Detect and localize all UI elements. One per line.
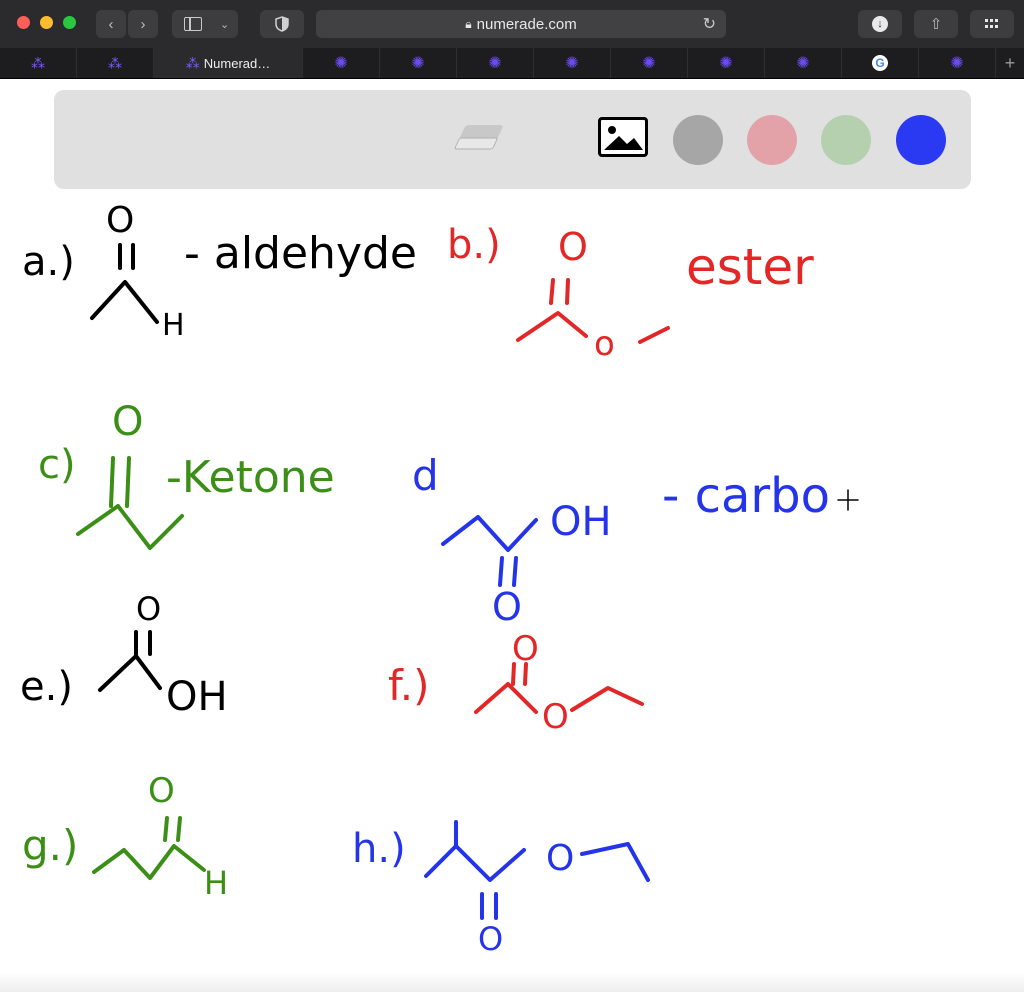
tab-flower-8[interactable]: ✺ — [919, 48, 996, 78]
tab-active[interactable]: ⁂ Numerad… — [154, 48, 303, 78]
atom-a-h: H — [162, 308, 185, 343]
tab-bar: ⁂ ⁂ ⁂ Numerad… ✺ ✺ ✺ ✺ ✺ ✺ ✺ G ✺ + — [0, 48, 1024, 79]
label-e: e.) — [20, 664, 73, 710]
numerade-icon: ⁂ — [185, 54, 200, 71]
atom-d-o: O — [492, 585, 522, 629]
flower-icon: ✺ — [719, 55, 733, 72]
tab-flower-1[interactable]: ✺ — [303, 48, 380, 78]
structure-b: b.) O o ester — [447, 222, 814, 364]
atom-h-o2: O — [546, 838, 574, 879]
atom-b-o1: O — [558, 225, 588, 269]
text-carbo: - carbo — [662, 468, 830, 524]
atom-b-o2: o — [594, 324, 615, 364]
plus-icon: + — [1004, 52, 1016, 73]
label-c: c) — [38, 442, 76, 488]
forward-icon[interactable]: › — [128, 10, 158, 38]
lock-icon: 🔒︎ — [465, 16, 472, 31]
flower-icon: ✺ — [334, 55, 348, 72]
whiteboard-canvas[interactable]: a.) O H - aldehyde b.) O o ester c) O -K… — [0, 190, 1024, 972]
numerade-icon: ⁂ — [31, 54, 45, 71]
tab-flower-5[interactable]: ✺ — [611, 48, 688, 78]
structure-f: f.) O O — [388, 629, 644, 737]
image-icon[interactable] — [598, 117, 648, 157]
flower-icon: ✺ — [796, 55, 810, 72]
tab-flower-6[interactable]: ✺ — [688, 48, 765, 78]
structure-c: c) O -Ketone — [38, 399, 335, 550]
label-b: b.) — [447, 222, 501, 268]
structure-h: h.) O O — [352, 820, 650, 958]
text-aldehyde: - aldehyde — [184, 228, 417, 279]
tab-numerade-1[interactable]: ⁂ — [0, 48, 77, 78]
flower-icon: ✺ — [488, 55, 502, 72]
tab-numerade-2[interactable]: ⁂ — [77, 48, 154, 78]
label-f: f.) — [388, 661, 429, 710]
structure-a: a.) O H - aldehyde — [22, 200, 417, 343]
atom-a-o: O — [106, 200, 134, 241]
zoom-dot[interactable] — [63, 16, 76, 29]
structure-g: g.) O H — [22, 771, 228, 902]
numerade-icon: ⁂ — [108, 54, 122, 71]
color-swatch-gray[interactable] — [673, 115, 723, 165]
url-text: numerade.com — [476, 15, 577, 33]
new-tab-button[interactable]: + — [996, 48, 1024, 78]
eraser-icon[interactable] — [448, 120, 506, 160]
share-icon[interactable]: ⇧ — [914, 10, 958, 38]
label-g: g.) — [22, 821, 78, 870]
shield-icon[interactable] — [260, 10, 304, 38]
atom-d-oh: OH — [550, 499, 612, 545]
tab-flower-4[interactable]: ✺ — [534, 48, 611, 78]
tab-google[interactable]: G — [842, 48, 919, 78]
tab-flower-7[interactable]: ✺ — [765, 48, 842, 78]
atom-c-o: O — [112, 399, 143, 445]
atom-e-oh: OH — [166, 674, 228, 720]
reload-icon[interactable]: ↻ — [703, 14, 716, 34]
color-swatch-green[interactable] — [821, 115, 871, 165]
minimize-dot[interactable] — [40, 16, 53, 29]
grid-icon[interactable] — [970, 10, 1014, 38]
address-bar[interactable]: 🔒︎ numerade.com ↻ — [316, 10, 726, 38]
download-icon[interactable]: ↓ — [858, 10, 902, 38]
google-icon: G — [872, 55, 888, 71]
crosshair-cursor-icon — [837, 489, 859, 511]
tab-flower-3[interactable]: ✺ — [457, 48, 534, 78]
label-h: h.) — [352, 826, 406, 872]
atom-g-o: O — [148, 771, 175, 811]
browser-titlebar: ‹ › ⌄ 🔒︎ numerade.com ↻ ↓ ⇧ — [0, 0, 1024, 48]
label-a: a.) — [22, 239, 75, 285]
sidebar-icon — [184, 17, 202, 31]
flower-icon: ✺ — [642, 55, 656, 72]
flower-icon: ✺ — [411, 55, 425, 72]
atom-f-o2: O — [542, 697, 569, 737]
active-tab-label: Numerad… — [203, 55, 271, 71]
atom-h-o1: O — [478, 920, 503, 958]
color-swatch-blue[interactable] — [896, 115, 946, 165]
structure-d: d O OH - carbo — [412, 451, 830, 629]
color-swatch-red[interactable] — [747, 115, 797, 165]
tab-flower-2[interactable]: ✺ — [380, 48, 457, 78]
text-ketone: -Ketone — [166, 452, 335, 503]
back-icon[interactable]: ‹ — [96, 10, 126, 38]
flower-icon: ✺ — [950, 55, 964, 72]
sidebar-button[interactable]: ⌄ — [172, 10, 238, 38]
close-dot[interactable] — [17, 16, 30, 29]
atom-e-o: O — [136, 590, 161, 628]
text-ester: ester — [686, 238, 814, 296]
atom-g-h: H — [204, 864, 228, 902]
label-d: d — [412, 451, 439, 500]
page-bottom-edge — [0, 972, 1024, 992]
structure-e: e.) O OH — [20, 590, 228, 720]
flower-icon: ✺ — [565, 55, 579, 72]
chevron-down-icon: ⌄ — [220, 18, 230, 31]
